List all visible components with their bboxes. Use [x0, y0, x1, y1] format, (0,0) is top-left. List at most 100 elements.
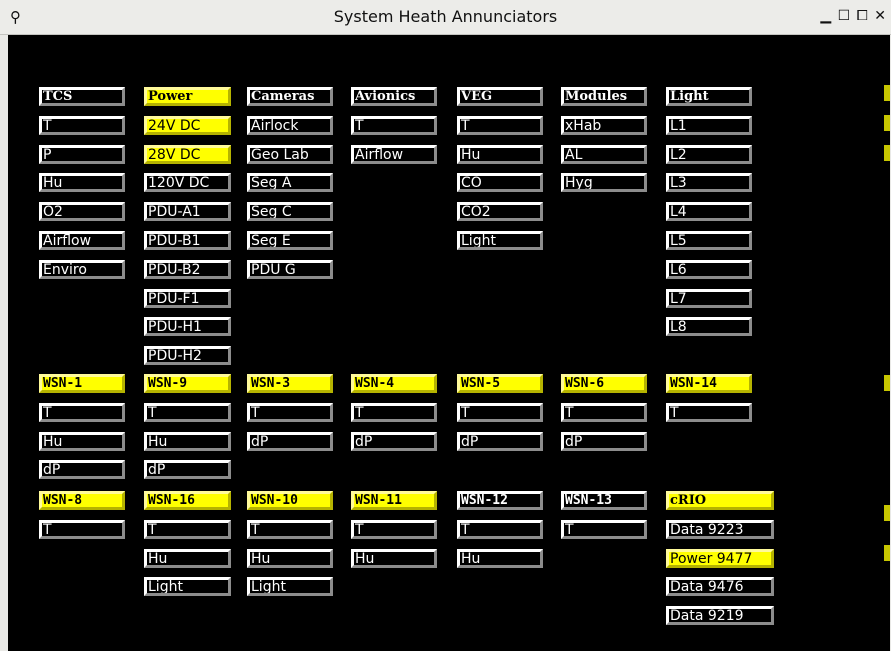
- annunciator-item[interactable]: L7: [666, 288, 752, 308]
- scroll-indicator: [884, 85, 890, 101]
- annunciator-item[interactable]: T: [144, 402, 231, 422]
- annunciator-item[interactable]: Enviro: [39, 259, 125, 279]
- annunciator-item[interactable]: L4: [666, 202, 752, 222]
- annunciator-item[interactable]: Data 9476: [666, 577, 774, 597]
- group-header[interactable]: WSN-4: [351, 374, 437, 393]
- annunciator-item[interactable]: Hu: [39, 173, 125, 193]
- scroll-indicator: [884, 115, 890, 131]
- scroll-indicator: [884, 375, 890, 391]
- annunciator-item[interactable]: Seg A: [247, 173, 333, 193]
- annunciator-item[interactable]: Airlock: [247, 115, 333, 135]
- group-header[interactable]: WSN-5: [457, 374, 543, 393]
- group-header[interactable]: TCS: [39, 87, 125, 106]
- annunciator-item[interactable]: dP: [457, 431, 543, 451]
- group-header[interactable]: WSN-6: [561, 374, 647, 393]
- annunciator-item[interactable]: 28V DC: [144, 144, 231, 164]
- annunciator-item[interactable]: PDU-B2: [144, 259, 231, 279]
- annunciator-item[interactable]: Data 9223: [666, 519, 774, 539]
- group-header[interactable]: Modules: [561, 87, 647, 106]
- group-header[interactable]: WSN-9: [144, 374, 231, 393]
- annunciator-item[interactable]: dP: [247, 431, 333, 451]
- annunciator-item[interactable]: T: [247, 519, 333, 539]
- close-icon[interactable]: ✕: [874, 8, 887, 24]
- annunciator-item[interactable]: T: [561, 519, 647, 539]
- annunciator-item[interactable]: L1: [666, 115, 752, 135]
- group-header[interactable]: Power: [144, 87, 231, 106]
- annunciator-item[interactable]: T: [351, 519, 437, 539]
- group-header[interactable]: WSN-11: [351, 491, 437, 510]
- annunciator-item[interactable]: T: [457, 402, 543, 422]
- annunciator-item[interactable]: Hu: [457, 144, 543, 164]
- annunciator-item[interactable]: Hu: [247, 548, 333, 568]
- group-header[interactable]: WSN-12: [457, 491, 543, 510]
- annunciator-item[interactable]: Hyg: [561, 173, 647, 193]
- group-header[interactable]: Light: [666, 87, 752, 106]
- annunciator-item[interactable]: Hu: [144, 548, 231, 568]
- group-header[interactable]: cRIO: [666, 491, 774, 510]
- annunciator-item[interactable]: L2: [666, 144, 752, 164]
- group-header[interactable]: VEG: [457, 87, 543, 106]
- annunciator-item[interactable]: PDU-A1: [144, 202, 231, 222]
- annunciator-item[interactable]: PDU-H1: [144, 317, 231, 337]
- annunciator-item[interactable]: CO2: [457, 202, 543, 222]
- annunciator-item[interactable]: T: [144, 519, 231, 539]
- annunciator-item[interactable]: dP: [561, 431, 647, 451]
- annunciator-item[interactable]: PDU-B1: [144, 231, 231, 250]
- annunciator-item[interactable]: dP: [144, 460, 231, 480]
- annunciator-item[interactable]: Geo Lab: [247, 144, 333, 164]
- annunciator-item[interactable]: Power 9477: [666, 548, 774, 568]
- annunciator-item[interactable]: T: [351, 115, 437, 135]
- group-header[interactable]: WSN-3: [247, 374, 333, 393]
- annunciator-item[interactable]: CO: [457, 173, 543, 193]
- annunciator-item[interactable]: L3: [666, 173, 752, 193]
- minimize-icon[interactable]: ▁: [820, 8, 832, 24]
- annunciator-item[interactable]: dP: [39, 460, 125, 480]
- annunciator-item[interactable]: T: [561, 402, 647, 422]
- group-header[interactable]: WSN-13: [561, 491, 647, 510]
- annunciator-item[interactable]: Hu: [351, 548, 437, 568]
- group-header[interactable]: Avionics: [351, 87, 437, 106]
- annunciator-item[interactable]: T: [666, 402, 752, 422]
- group-header[interactable]: Cameras: [247, 87, 333, 106]
- annunciator-item[interactable]: Hu: [39, 431, 125, 451]
- annunciator-item[interactable]: T: [39, 519, 125, 539]
- annunciator-item[interactable]: 120V DC: [144, 173, 231, 193]
- annunciator-item[interactable]: Light: [247, 577, 333, 597]
- annunciator-item[interactable]: T: [39, 115, 125, 135]
- annunciator-item[interactable]: Light: [457, 231, 543, 250]
- group-header[interactable]: WSN-16: [144, 491, 231, 510]
- annunciator-item[interactable]: T: [351, 402, 437, 422]
- annunciator-item[interactable]: AL: [561, 144, 647, 164]
- annunciator-item[interactable]: Airflow: [39, 231, 125, 250]
- scroll-indicator: [884, 505, 890, 521]
- annunciator-item[interactable]: Hu: [457, 548, 543, 568]
- annunciator-item[interactable]: Seg E: [247, 231, 333, 250]
- annunciator-item[interactable]: T: [39, 402, 125, 422]
- annunciator-item[interactable]: T: [247, 402, 333, 422]
- annunciator-item[interactable]: 24V DC: [144, 115, 231, 135]
- annunciator-item[interactable]: PDU-F1: [144, 288, 231, 308]
- group-header[interactable]: WSN-10: [247, 491, 333, 510]
- annunciator-item[interactable]: Data 9219: [666, 606, 774, 626]
- restore-icon[interactable]: ⧠: [857, 8, 869, 24]
- annunciator-item[interactable]: O2: [39, 202, 125, 222]
- annunciator-item[interactable]: dP: [351, 431, 437, 451]
- annunciator-item[interactable]: PDU-H2: [144, 346, 231, 366]
- group-header[interactable]: WSN-14: [666, 374, 752, 393]
- annunciator-item[interactable]: T: [457, 115, 543, 135]
- annunciator-item[interactable]: xHab: [561, 115, 647, 135]
- annunciator-item[interactable]: L5: [666, 231, 752, 250]
- maximize-icon[interactable]: ☐: [838, 8, 852, 24]
- annunciator-item[interactable]: L6: [666, 259, 752, 279]
- group-header[interactable]: WSN-1: [39, 374, 125, 393]
- annunciator-item[interactable]: L8: [666, 317, 752, 337]
- annunciator-item[interactable]: Light: [144, 577, 231, 597]
- annunciator-item[interactable]: PDU G: [247, 259, 333, 279]
- annunciator-item[interactable]: T: [457, 519, 543, 539]
- annunciator-item[interactable]: P: [39, 144, 125, 164]
- annunciator-item[interactable]: Seg C: [247, 202, 333, 222]
- annunciator-item[interactable]: Hu: [144, 431, 231, 451]
- annunciator-item[interactable]: Airflow: [351, 144, 437, 164]
- group-header[interactable]: WSN-8: [39, 491, 125, 510]
- window-titlebar[interactable]: ⚲ System Heath Annunciators ▁ ☐ ⧠ ✕: [0, 0, 891, 35]
